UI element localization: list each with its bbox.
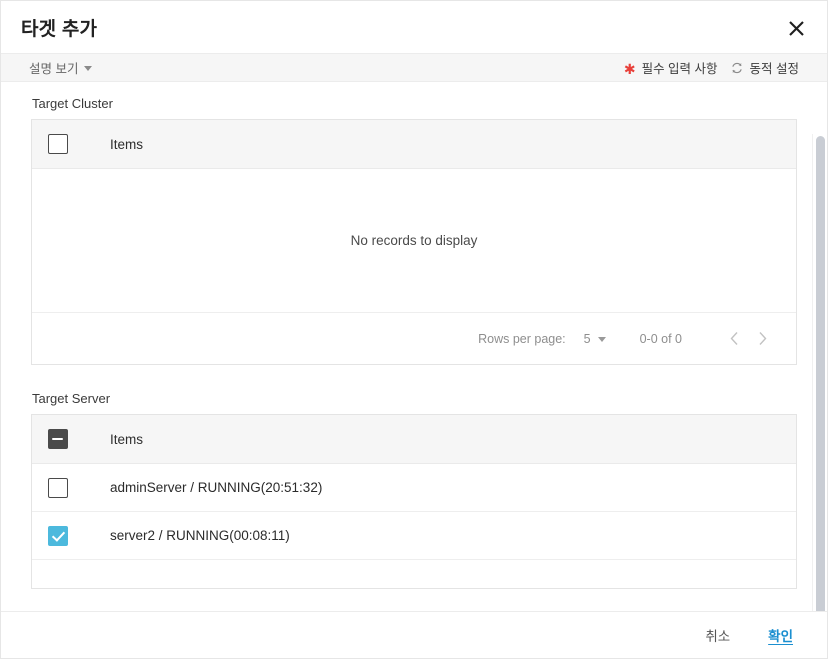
row-label: adminServer / RUNNING(20:51:32)	[110, 480, 323, 495]
dialog-titlebar: 타겟 추가	[1, 1, 827, 53]
dynamic-setting-label: 동적 설정	[749, 62, 799, 76]
target-cluster-select-all-cell	[48, 134, 110, 154]
row-label: server2 / RUNNING(00:08:11)	[110, 528, 290, 543]
vertical-scrollbar[interactable]	[812, 134, 827, 611]
target-server-label: Target Server	[32, 391, 111, 406]
target-server-table-header: Items	[32, 415, 796, 464]
target-server-column-items: Items	[110, 431, 144, 447]
target-cluster-column-items: Items	[110, 136, 144, 152]
sync-icon	[730, 61, 744, 75]
chevron-down-icon	[597, 337, 606, 342]
target-cluster-empty-message: No records to display	[32, 169, 796, 313]
scrollbar-thumb[interactable]	[816, 136, 825, 611]
target-cluster-table-header: Items	[32, 120, 796, 169]
rows-per-page-value: 5	[583, 331, 591, 346]
description-toggle[interactable]: 설명 보기	[29, 58, 93, 77]
target-server-table: Items adminServer / RUNNING(20:51:32) se…	[31, 414, 797, 589]
target-cluster-select-all-checkbox[interactable]	[48, 134, 68, 154]
page-title: 타겟 추가	[21, 18, 98, 40]
row-checkbox[interactable]	[48, 477, 68, 498]
target-server-select-all-cell	[48, 429, 110, 449]
rows-per-page-select[interactable]: 5	[584, 332, 606, 346]
required-asterisk-icon: ✱	[623, 60, 636, 77]
target-server-select-all-checkbox[interactable]	[48, 429, 68, 449]
row-checkbox-cell	[48, 477, 110, 498]
close-icon[interactable]	[781, 13, 811, 43]
target-cluster-table: Items No records to display Rows per pag…	[31, 119, 797, 365]
target-cluster-pagination: Rows per page: 5 0-0 of 0	[32, 313, 796, 364]
pagination-range-label: 0-0 of 0	[639, 331, 682, 346]
chevron-left-icon[interactable]	[720, 325, 748, 353]
add-target-dialog: 타겟 추가 설명 보기 ✱ 필수 입력 사항 동적 설정 Target Clus…	[0, 0, 828, 659]
dialog-body: Target Cluster Items No records to displ…	[1, 82, 827, 611]
table-row-partial	[32, 560, 796, 588]
table-row[interactable]: adminServer / RUNNING(20:51:32)	[32, 464, 796, 512]
chevron-down-icon	[84, 66, 93, 71]
subbar-legend: ✱ 필수 입력 사항 동적 설정	[624, 58, 813, 77]
confirm-button[interactable]: 확인	[768, 625, 793, 645]
target-cluster-label: Target Cluster	[32, 96, 113, 111]
chevron-right-icon[interactable]	[748, 325, 776, 353]
required-legend-label: 필수 입력 사항	[641, 62, 718, 76]
row-checkbox-cell	[48, 525, 110, 546]
rows-per-page-label: Rows per page:	[478, 331, 566, 346]
cancel-button[interactable]: 취소	[705, 625, 730, 645]
row-checkbox[interactable]	[48, 525, 68, 546]
dialog-subbar: 설명 보기 ✱ 필수 입력 사항 동적 설정	[1, 53, 827, 82]
table-row[interactable]: server2 / RUNNING(00:08:11)	[32, 512, 796, 560]
dialog-footer: 취소 확인	[1, 611, 827, 658]
description-toggle-label: 설명 보기	[29, 62, 79, 76]
